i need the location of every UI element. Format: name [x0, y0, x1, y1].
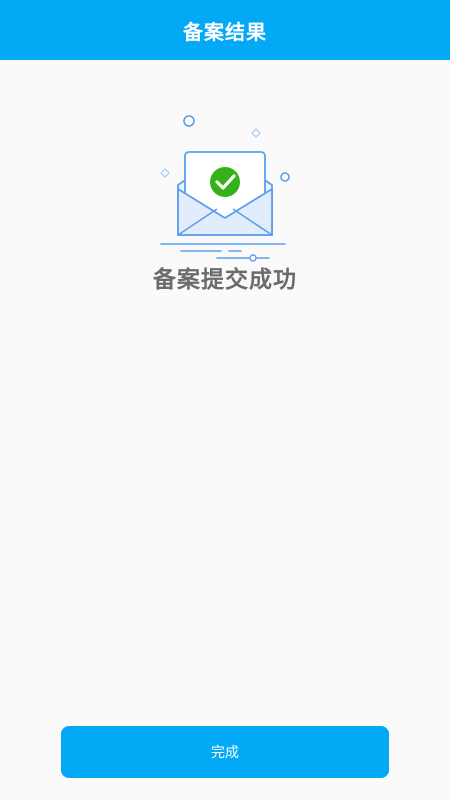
- page-title: 备案结果: [183, 19, 267, 44]
- success-message: 备案提交成功: [153, 267, 297, 293]
- check-circle-icon: [210, 167, 240, 197]
- decor-circle-icon: [183, 115, 195, 127]
- decor-circle-icon: [280, 172, 290, 182]
- envelope-check-icon: [145, 105, 305, 270]
- decor-diamond-icon: [160, 168, 170, 178]
- done-button[interactable]: 完成: [61, 726, 389, 778]
- title-bar: 备案结果: [0, 0, 450, 60]
- decor-diamond-icon: [251, 128, 261, 138]
